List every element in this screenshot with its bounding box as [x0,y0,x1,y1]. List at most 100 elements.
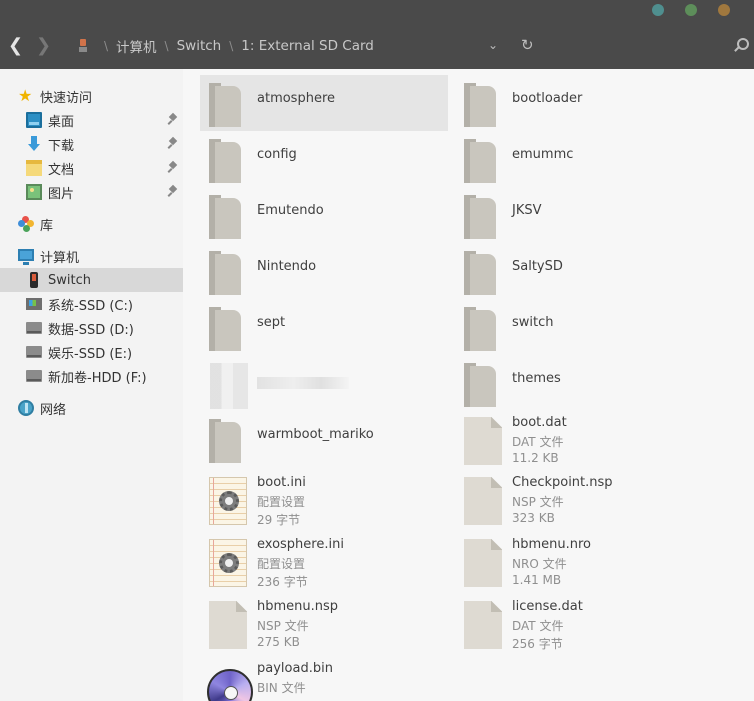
folder-item[interactable]: Nintendo [200,243,448,299]
documents-icon [26,160,42,176]
file-icon-shape [464,417,502,465]
file-item[interactable]: hbmenu.nro NRO 文件 1.41 MB [455,533,703,589]
folder-icon-shape [464,83,496,127]
search-icon[interactable] [737,38,749,50]
file-icon-shape [464,477,502,525]
item-name: exosphere.ini [257,537,344,552]
folder-icon-shape [209,307,241,351]
sidebar-item-desktop[interactable]: 桌面 [0,108,183,132]
breadcrumb-separator: \ [104,39,109,53]
folder-item[interactable]: atmosphere [200,75,448,131]
sidebar-item-switch[interactable]: Switch [0,268,183,292]
folder-icon [207,137,245,183]
window-control-2[interactable] [685,4,697,16]
sidebar-item-quick-access[interactable]: ★ 快速访问 [0,84,183,108]
disc-image-icon [207,663,253,701]
switch-device-icon [26,272,42,288]
item-size: 236 字节 [257,575,308,589]
folder-item[interactable]: config [200,131,448,187]
sidebar-item-drive-d[interactable]: 数据-SSD (D:) [0,316,183,340]
refresh-icon[interactable]: ↻ [521,36,534,54]
folder-item[interactable]: bootloader [455,75,703,131]
item-name: atmosphere [257,91,335,106]
settings-file-icon-shape [209,477,247,525]
chevron-down-icon[interactable]: ⌄ [488,38,498,52]
item-type: DAT 文件 [512,619,564,633]
folder-icon [462,249,500,295]
pin-icon[interactable] [168,114,178,126]
folder-icon [207,249,245,295]
folder-icon [207,417,245,463]
item-name: hbmenu.nro [512,537,592,552]
file-icon [462,539,502,587]
folder-icon-shape [209,251,241,295]
item-name: sept [257,315,286,330]
sidebar-item-drive-e[interactable]: 娱乐-SSD (E:) [0,340,183,364]
folder-icon-shape [209,139,241,183]
window-control-1[interactable] [652,4,664,16]
sidebar-item-computer[interactable]: 计算机 [0,244,183,268]
folder-item[interactable]: sept [200,299,448,355]
folder-item[interactable]: Emutendo [200,187,448,243]
file-item[interactable]: boot.dat DAT 文件 11.2 KB [455,411,703,467]
folder-icon-shape [209,195,241,239]
folder-item[interactable]: JKSV [455,187,703,243]
sidebar-item-downloads[interactable]: 下载 [0,132,183,156]
download-icon [26,136,42,152]
file-icon [207,601,247,649]
item-type: 配置设置 [257,557,306,571]
item-name: config [257,147,297,162]
pin-icon[interactable] [168,138,178,150]
sidebar-item-network[interactable]: 网络 [0,396,183,420]
item-name: Nintendo [257,259,317,274]
item-size: 323 KB [512,511,555,525]
breadcrumb: \ 计算机 \ Switch \ 1: External SD Card [78,36,374,56]
item-type: NRO 文件 [512,557,567,571]
breadcrumb-sd-card[interactable]: 1: External SD Card [241,38,374,54]
file-icon [462,601,502,649]
file-icon [462,477,502,525]
item-name: Checkpoint.nsp [512,475,613,490]
folder-item[interactable]: emummc [455,131,703,187]
folder-item[interactable]: warmboot_mariko [200,411,448,467]
pin-icon[interactable] [168,186,178,198]
item-type: NSP 文件 [512,495,564,509]
star-icon: ★ [18,86,33,105]
sidebar-item-pictures[interactable]: 图片 [0,180,183,204]
folder-icon [207,193,245,239]
file-item[interactable]: exosphere.ini 配置设置 236 字节 [200,533,448,589]
sidebar-item-drive-f[interactable]: 新加卷-HDD (F:) [0,364,183,388]
sidebar-item-documents[interactable]: 文档 [0,156,183,180]
file-item[interactable]: Checkpoint.nsp NSP 文件 323 KB [455,471,703,527]
file-icon-shape [464,539,502,587]
forward-icon[interactable]: ❯ [36,36,51,56]
item-name: license.dat [512,599,583,614]
switch-device-icon[interactable] [78,39,88,53]
pin-icon[interactable] [168,162,178,174]
back-icon[interactable]: ❮ [8,36,23,56]
sidebar-item-drive-c[interactable]: 系统-SSD (C:) [0,292,183,316]
file-item[interactable] [200,355,448,411]
folder-item[interactable]: switch [455,299,703,355]
sidebar-item-label: 计算机 [40,250,80,266]
window-control-3[interactable] [718,4,730,16]
sidebar-item-label: 库 [40,218,54,234]
file-item[interactable]: boot.ini 配置设置 29 字节 [200,471,448,527]
item-size: 29 字节 [257,513,301,527]
file-item[interactable]: payload.bin BIN 文件 [200,657,448,701]
folder-item[interactable]: themes [455,355,703,411]
item-size: 1.41 MB [512,573,562,587]
sidebar-item-label: 娱乐-SSD (E:) [48,346,133,362]
item-name: SaltySD [512,259,563,274]
item-name: hbmenu.nsp [257,599,339,614]
item-name: warmboot_mariko [257,427,374,442]
folder-item[interactable]: SaltySD [455,243,703,299]
file-item[interactable]: hbmenu.nsp NSP 文件 275 KB [200,595,448,651]
folder-icon-shape [464,307,496,351]
file-item[interactable]: license.dat DAT 文件 256 字节 [455,595,703,651]
breadcrumb-computer[interactable]: 计算机 [116,36,157,56]
folder-icon [207,81,245,127]
breadcrumb-switch[interactable]: Switch [177,38,222,54]
sidebar-item-label: 数据-SSD (D:) [48,322,134,338]
sidebar-item-library[interactable]: 库 [0,212,183,236]
